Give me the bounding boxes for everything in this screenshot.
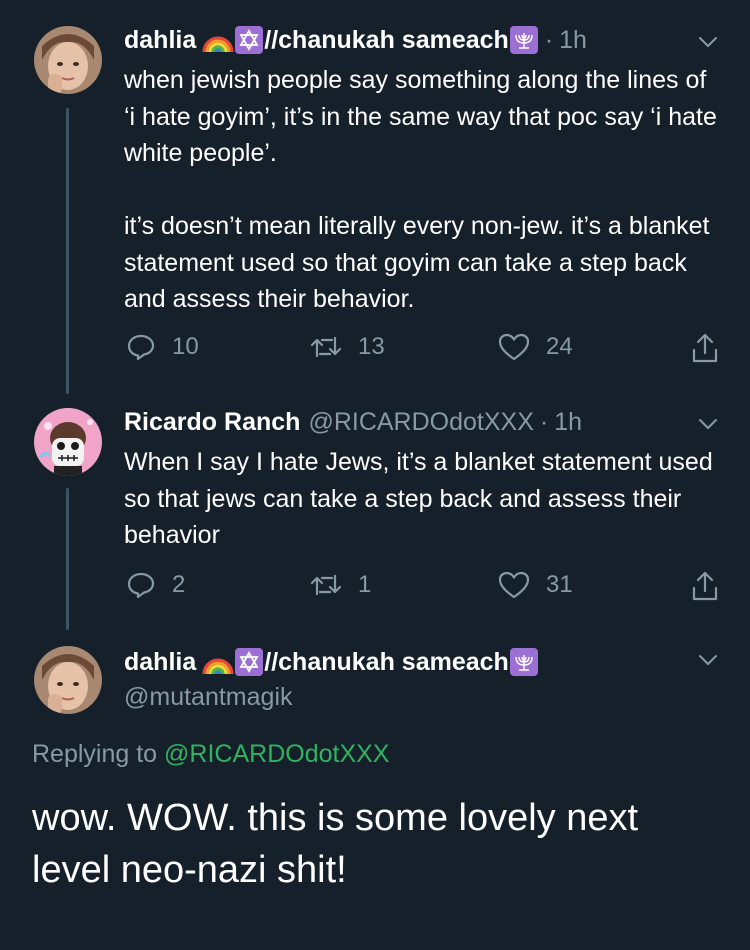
retweet-count: 1 [358,571,372,598]
separator-dot: · [539,408,549,436]
like-count: 31 [546,571,573,598]
menorah-emoji-icon [509,648,538,676]
menorah-emoji-icon [509,26,538,54]
tweet-text: when jewish people say something along t… [124,66,717,313]
reply-button[interactable]: 10 [126,332,199,362]
avatar[interactable] [34,646,102,714]
retweet-count: 13 [358,333,385,360]
replying-to-mention[interactable]: @RICARDOdotXXX [164,740,389,768]
tweet-actions: 2 1 31 [124,570,724,610]
tweet-header: dahlia //chanukah sameach · 1h [124,22,587,58]
avatar[interactable] [34,26,102,94]
share-button[interactable] [690,332,736,364]
retweet-icon [310,336,342,358]
display-name[interactable]: dahlia [124,22,196,58]
reply-icon [127,572,155,599]
tweet-text: wow. WOW. this is some lovely next level… [32,797,639,891]
tweet-dahlia-main: dahlia //chanukah sameach @mutantmagik R… [0,642,750,942]
reply-button[interactable]: 2 [126,570,185,600]
replying-to: Replying to @RICARDOdotXXX [32,740,389,769]
chevron-down-icon[interactable] [696,30,720,54]
replying-to-label: Replying to [32,740,158,768]
reply-count: 10 [172,333,199,360]
timestamp[interactable]: 1h [559,22,587,58]
share-icon [692,333,718,363]
rainbow-emoji-icon [202,26,234,54]
reply-icon [127,334,155,361]
heart-icon [498,571,530,599]
tweet-text: When I say I hate Jews, it’s a blanket s… [124,448,720,549]
tweet-actions: 10 13 24 [124,332,724,372]
rainbow-emoji-icon [202,648,234,676]
timestamp[interactable]: 1h [554,404,582,440]
reply-count: 2 [172,571,186,598]
like-button[interactable]: 31 [498,570,573,600]
tweet-header: dahlia //chanukah sameach [124,644,539,680]
share-button[interactable] [690,570,736,602]
display-name-suffix[interactable]: //chanukah sameach [264,644,509,680]
avatar[interactable] [34,408,102,476]
retweet-button[interactable]: 1 [310,570,371,600]
star-of-david-emoji-icon [235,648,264,676]
retweet-icon [310,574,342,596]
heart-icon [498,333,530,361]
handle[interactable]: @RICARDOdotXXX [308,404,533,440]
tweet-ricardo[interactable]: Ricardo Ranch @RICARDOdotXXX · 1h When I… [0,404,750,624]
tweet-dahlia-1[interactable]: dahlia //chanukah sameach · 1h when jewi… [0,22,750,392]
separator-dot: · [544,26,554,54]
handle[interactable]: @mutantmagik [124,680,293,714]
retweet-button[interactable]: 13 [310,332,385,362]
chevron-down-icon[interactable] [696,648,720,672]
display-name-suffix[interactable]: //chanukah sameach [264,22,509,58]
tweet-header: Ricardo Ranch @RICARDOdotXXX · 1h [124,404,582,440]
like-count: 24 [546,333,573,360]
chevron-down-icon[interactable] [696,412,720,436]
display-name[interactable]: dahlia [124,644,196,680]
share-icon [692,571,718,601]
star-of-david-emoji-icon [235,26,264,54]
like-button[interactable]: 24 [498,332,573,362]
display-name[interactable]: Ricardo Ranch [124,404,300,440]
